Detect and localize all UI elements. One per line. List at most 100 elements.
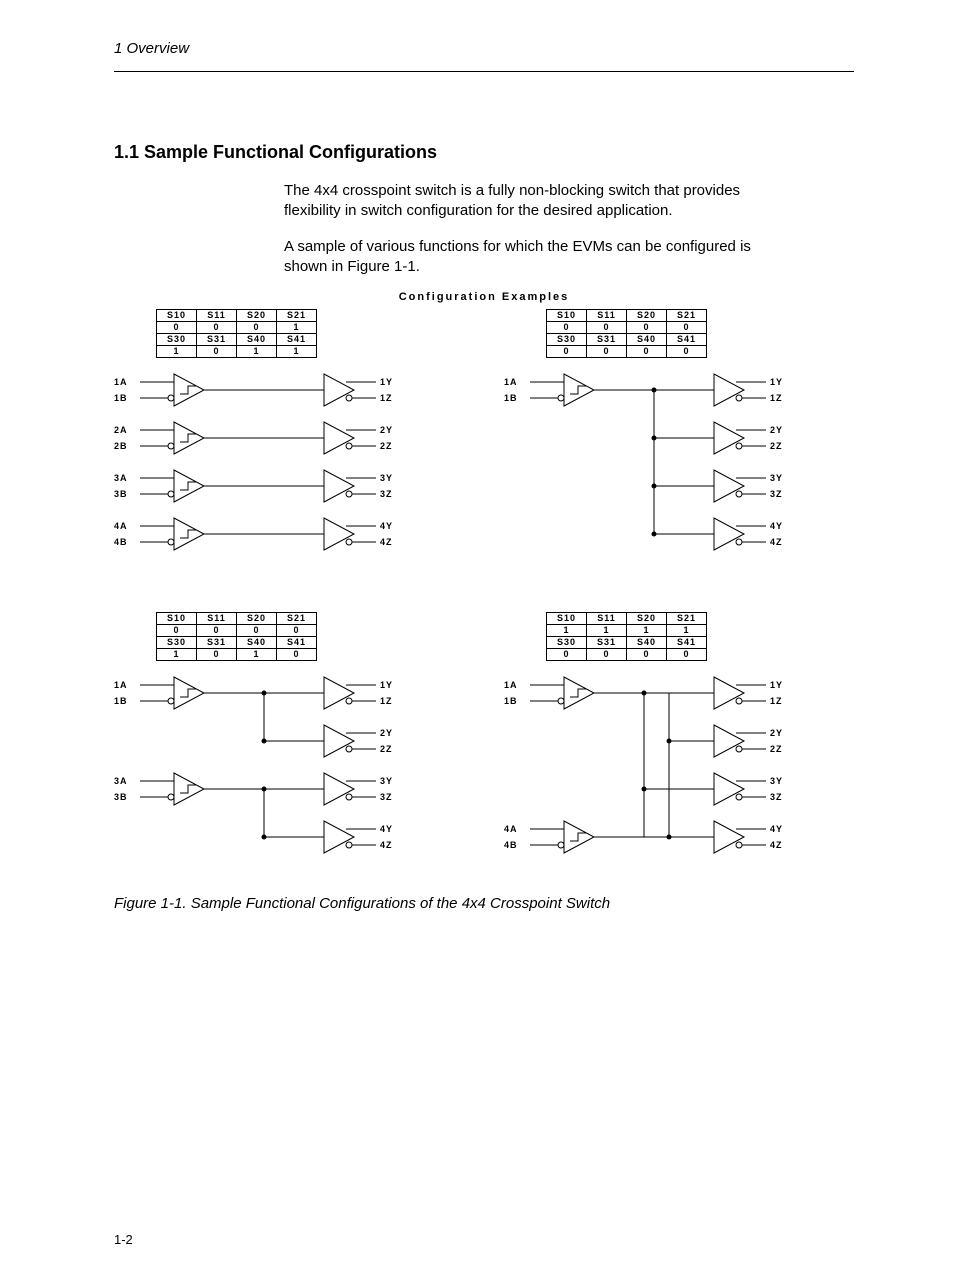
output-label: 3Z [380,792,393,802]
table-cell: 0 [157,322,197,334]
table-cell: 0 [277,649,317,661]
table-cell: 0 [627,649,667,661]
table-cell: S10 [547,310,587,322]
input-label: 4B [504,840,518,850]
signal-table: S10S11S20S210000S30S31S40S410000 [546,309,707,358]
table-cell: 1 [277,346,317,358]
signal-table: S10S11S20S210001S30S31S40S411011 [156,309,317,358]
signal-table: S10S11S20S210000S30S31S40S411010 [156,612,317,661]
output-label: 4Y [770,521,783,531]
input-label: 1B [504,696,518,706]
table-cell: 0 [277,625,317,637]
input-label: 3B [114,792,128,802]
figure-caption: Figure 1-1. Sample Functional Configurat… [114,895,854,912]
table-cell: S31 [587,637,627,649]
table-cell: 0 [667,346,707,358]
paragraph-2: A sample of various functions for which … [284,237,764,278]
table-cell: 0 [587,322,627,334]
table-cell: S11 [587,310,627,322]
figure-heading: Configuration Examples [114,291,854,303]
output-label: 2Z [770,441,783,451]
input-label: 1A [504,680,518,690]
table-cell: S41 [667,637,707,649]
input-label: 1B [114,393,128,403]
output-label: 1Z [380,696,393,706]
output-label: 4Z [380,537,393,547]
output-label: 3Y [770,473,783,483]
table-cell: S21 [667,310,707,322]
output-label: 2Y [380,728,393,738]
output-label: 2Y [380,425,393,435]
table-cell: 1 [157,346,197,358]
output-label: 4Y [380,824,393,834]
table-cell: 1 [237,649,277,661]
output-label: 3Z [770,792,783,802]
input-label: 3A [114,473,128,483]
input-label: 4A [114,521,128,531]
table-cell: 0 [547,649,587,661]
output-label: 3Y [770,776,783,786]
table-cell: S21 [277,613,317,625]
table-cell: S40 [237,637,277,649]
table-cell: S30 [547,334,587,346]
output-label: 1Y [770,680,783,690]
page-number: 1-2 [114,1232,854,1247]
output-label: 2Z [380,441,393,451]
table-cell: 0 [587,649,627,661]
config-3: S10S11S20S210000S30S31S40S4110101A1B3A3B… [114,612,464,875]
table-cell: 0 [237,625,277,637]
output-label: 2Y [770,728,783,738]
output-label: 4Z [380,840,393,850]
table-cell: S30 [157,637,197,649]
circuit-diagram: 1A1B1Y1Z2Y2Z3Y3Z4Y4Z [504,366,824,572]
output-label: 4Z [770,840,783,850]
table-cell: S30 [157,334,197,346]
table-cell: 0 [667,649,707,661]
table-cell: S31 [197,637,237,649]
output-label: 1Y [380,377,393,387]
table-cell: 0 [157,625,197,637]
paragraph-1: The 4x4 crosspoint switch is a fully non… [284,181,764,222]
table-cell: 0 [237,322,277,334]
table-cell: 1 [157,649,197,661]
table-cell: 0 [627,322,667,334]
configuration-grid: S10S11S20S210001S30S31S40S4110111A1B2A2B… [114,309,854,875]
output-label: 4Z [770,537,783,547]
table-cell: 1 [587,625,627,637]
output-label: 1Y [380,680,393,690]
table-cell: S11 [197,310,237,322]
output-label: 1Y [770,377,783,387]
table-cell: S41 [277,334,317,346]
table-cell: 0 [197,346,237,358]
circuit-diagram: 1A1B4A4B1Y1Z2Y2Z3Y3Z4Y4Z [504,669,824,875]
table-cell: 1 [627,625,667,637]
table-cell: S10 [547,613,587,625]
table-cell: S41 [277,637,317,649]
table-cell: 0 [197,649,237,661]
input-label: 4A [504,824,518,834]
table-cell: S40 [627,334,667,346]
table-cell: S11 [587,613,627,625]
table-cell: 0 [547,322,587,334]
output-label: 1Z [380,393,393,403]
input-label: 3A [114,776,128,786]
config-1: S10S11S20S210001S30S31S40S4110111A1B2A2B… [114,309,464,572]
table-cell: 1 [237,346,277,358]
output-label: 3Y [380,776,393,786]
running-header: 1 Overview [114,40,854,72]
output-label: 2Y [770,425,783,435]
input-label: 1B [504,393,518,403]
table-cell: S21 [667,613,707,625]
table-cell: S10 [157,613,197,625]
table-cell: 1 [277,322,317,334]
config-4: S10S11S20S211111S30S31S40S4100001A1B4A4B… [504,612,854,875]
input-label: 1B [114,696,128,706]
table-cell: S20 [627,613,667,625]
circuit-diagram: 1A1B3A3B1Y1Z2Y2Z3Y3Z4Y4Z [114,669,434,875]
table-cell: S20 [627,310,667,322]
table-cell: S21 [277,310,317,322]
table-cell: S30 [547,637,587,649]
table-cell: 0 [547,346,587,358]
input-label: 2B [114,441,128,451]
input-label: 1A [114,377,128,387]
